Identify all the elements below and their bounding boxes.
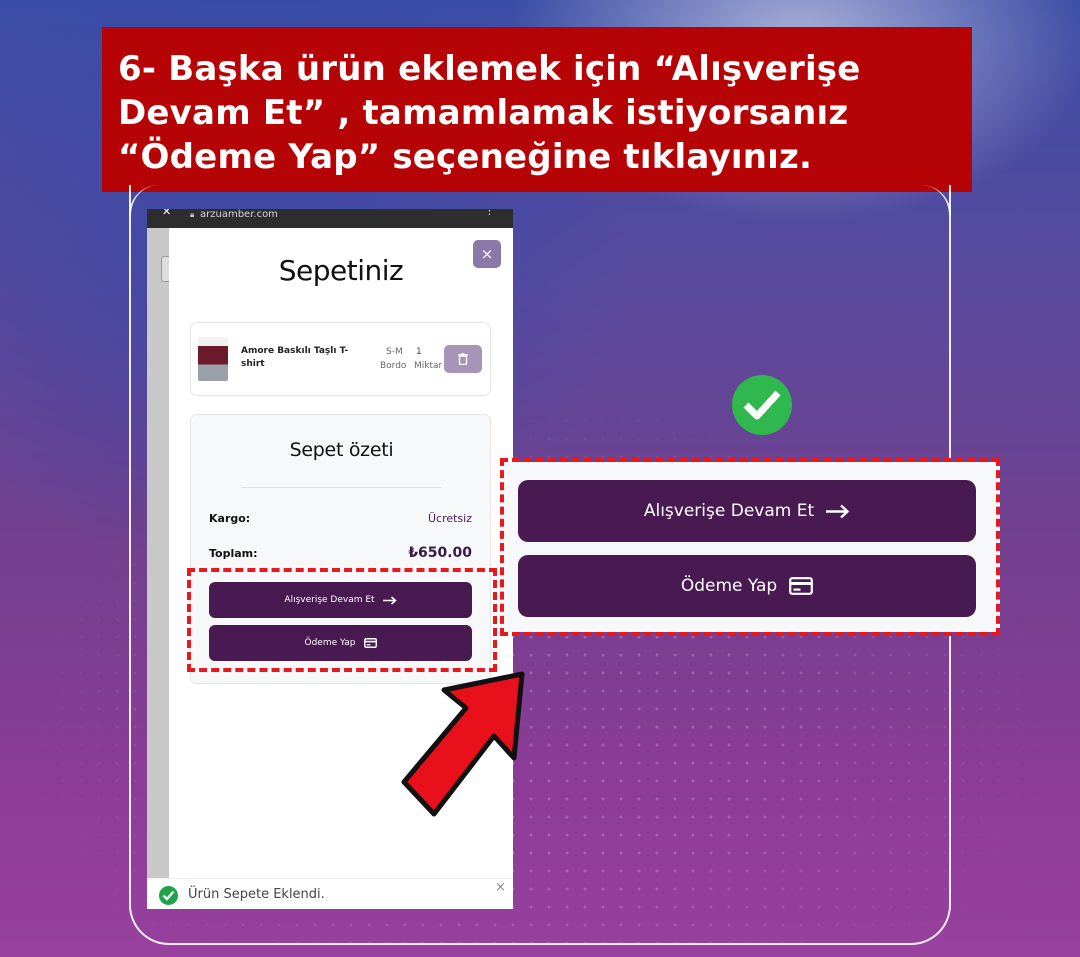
trash-icon	[458, 353, 468, 366]
instruction-line-2: Devam Et” , tamamlamak istiyorsanız	[118, 93, 849, 133]
instruction-line-3: “Ödeme Yap” seçeneğine tıklayınız.	[118, 137, 813, 177]
toast-message: Ürün Sepete Eklendi.	[188, 887, 325, 902]
product-quantity: 1	[416, 347, 422, 357]
toast-close-icon[interactable]: ×	[495, 880, 506, 895]
highlight-box-large	[500, 458, 1000, 636]
product-thumbnail[interactable]	[198, 337, 228, 381]
product-name[interactable]: Amore Baskılı Taşlı T-shirt	[241, 345, 351, 371]
cart-title: Sepetiniz	[278, 254, 404, 287]
highlight-box-small	[187, 568, 497, 672]
browser-url[interactable]: arzuamber.com	[200, 209, 278, 220]
product-color: Bordo	[380, 361, 407, 371]
browser-menu-icon[interactable]: ⋮	[484, 209, 495, 216]
pointer-arrow-icon	[401, 671, 525, 817]
summary-divider	[241, 487, 441, 488]
success-check-icon	[159, 886, 178, 905]
total-value: ₺650.00	[408, 545, 472, 561]
shipping-value: Ücretsiz	[427, 512, 472, 525]
browser-close-icon[interactable]: ✕	[162, 209, 171, 217]
product-quantity-label: Miktar	[414, 361, 443, 371]
instruction-line-1: 6- Başka ürün eklemek için “Alışverişe	[118, 49, 861, 89]
page-backdrop	[147, 228, 171, 878]
check-icon	[732, 375, 792, 435]
summary-title: Sepet özeti	[289, 439, 394, 461]
delete-item-button[interactable]	[444, 345, 482, 373]
total-label: Toplam:	[209, 547, 258, 560]
shipping-label: Kargo:	[209, 512, 251, 525]
lock-icon: 🔒︎	[190, 210, 195, 219]
toast-notification: Ürün Sepete Eklendi. ×	[147, 878, 513, 909]
cart-item: Amore Baskılı Taşlı T-shirt S-M 1 Bordo …	[190, 322, 491, 396]
browser-url-bar: ✕ 🔒︎ arzuamber.com ⋮	[147, 209, 513, 228]
instruction-banner: 6- Başka ürün eklemek için “Alışverişe D…	[102, 27, 972, 192]
product-size: S-M	[386, 347, 403, 357]
